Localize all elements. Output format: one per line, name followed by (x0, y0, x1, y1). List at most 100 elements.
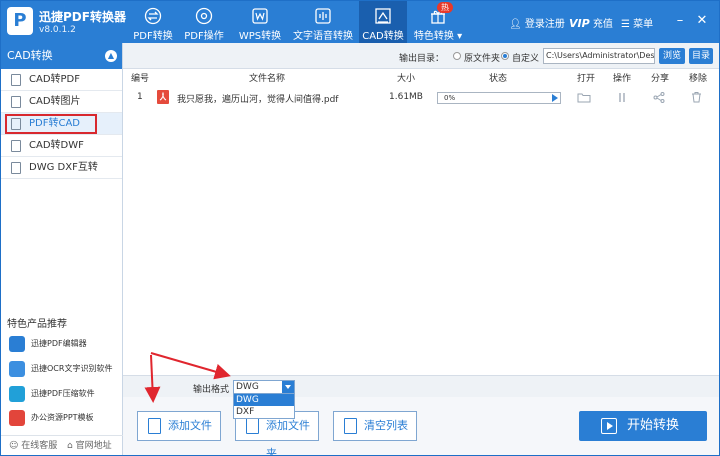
promo-ocr[interactable]: 迅捷OCR文字识别软件 (1, 358, 123, 380)
progress-text: 0% (444, 94, 456, 102)
clear-list-button[interactable]: 清空列表 (333, 411, 417, 441)
sidebar-item-cad-to-pdf[interactable]: CAD转PDF (1, 69, 122, 91)
promo-pdf-compress[interactable]: 迅捷PDF压缩软件 (1, 383, 123, 405)
row-index: 1 (137, 92, 143, 102)
tab-pdf-operation[interactable]: PDF操作 (181, 1, 227, 43)
format-selected-value: DWG (236, 382, 259, 392)
file-icon (11, 140, 21, 152)
sidebar-item-cad-to-dwf[interactable]: CAD转DWF (1, 135, 122, 157)
chevron-down-icon: ▾ (453, 31, 463, 42)
table-row[interactable]: 1 我只愿我，遍历山河，觉得人间值得.pdf 1.61MB 0% (123, 89, 719, 107)
file-size: 1.61MB (389, 92, 423, 102)
add-folder-icon (246, 418, 259, 434)
file-name: 我只愿我，遍历山河，觉得人间值得.pdf (177, 95, 339, 105)
col-status: 状态 (489, 74, 508, 84)
play-icon[interactable] (552, 94, 558, 102)
tab-label: PDF操作 (184, 31, 224, 42)
browse-button[interactable]: 浏览 (659, 48, 685, 64)
promo-label: 办公资源PPT模板 (31, 413, 94, 422)
ocr-icon (9, 361, 25, 377)
tab-wps-convert[interactable]: WPS转换 (235, 1, 285, 43)
home-icon: ⌂ (67, 441, 76, 451)
vip-recharge-link[interactable]: VIP 充值 (569, 15, 613, 30)
w-doc-icon (252, 8, 268, 24)
title-bar: P 迅捷PDF转换器 v8.0.1.2 PDF转换 PDF操作 WPS转换 文字… (1, 1, 719, 43)
ppt-icon (9, 410, 25, 426)
add-file-button[interactable]: 添加文件 (137, 411, 221, 441)
add-file-icon (148, 418, 161, 434)
sidebar: CAD转换 ▲ CAD转PDF CAD转图片 PDF转CAD CAD转DWF D… (1, 43, 123, 455)
col-index: 编号 (131, 74, 150, 84)
radio-original-folder[interactable] (453, 52, 461, 60)
menu-icon: ☰ (621, 19, 634, 30)
sidebar-item-pdf-to-cad[interactable]: PDF转CAD (1, 113, 122, 135)
user-icon: 👤︎ (509, 19, 525, 30)
format-select[interactable]: DWG (233, 380, 295, 394)
menu-label: 菜单 (633, 19, 654, 30)
promo-ppt-template[interactable]: 办公资源PPT模板 (1, 407, 123, 429)
start-convert-button[interactable]: 开始转换 (579, 411, 707, 441)
website-link[interactable]: ⌂ 官网地址 (67, 436, 112, 455)
website-label: 官网地址 (75, 441, 112, 451)
collapse-icon[interactable]: ▲ (105, 50, 117, 62)
sidebar-item-dwg-dxf[interactable]: DWG DXF互转 (1, 157, 122, 179)
format-option-dxf[interactable]: DXF (234, 406, 294, 418)
promo-pdf-editor[interactable]: 迅捷PDF编辑器 (1, 333, 123, 355)
tab-cad-convert[interactable]: CAD转换 (359, 1, 407, 43)
action-bar: 添加文件 添加文件夹 清空列表 开始转换 (123, 397, 719, 455)
col-open: 打开 (577, 74, 596, 84)
app-name: 迅捷PDF转换器 (39, 10, 126, 24)
chat-icon: ☺ (9, 441, 22, 451)
compress-icon (9, 386, 25, 402)
start-convert-label: 开始转换 (627, 418, 680, 433)
option-custom-label: 自定义 (512, 54, 540, 64)
vip-label: VIP (569, 17, 590, 30)
tab-label: WPS转换 (238, 31, 282, 42)
main-panel: 输出目录： 原文件夹 自定义 C:\Users\Administrator\De… (123, 43, 719, 455)
share-icon[interactable] (653, 92, 665, 103)
col-share: 分享 (651, 74, 670, 84)
sidebar-item-label: CAD转DWF (29, 140, 84, 151)
tab-special-convert[interactable]: 热 特色转换 ▾ (413, 1, 463, 43)
tab-text-voice[interactable]: 文字语音转换 (291, 1, 355, 43)
radio-custom-folder[interactable] (501, 52, 509, 60)
menu-button[interactable]: ☰ 菜单 (621, 15, 653, 30)
chevron-down-icon[interactable] (282, 381, 294, 393)
format-option-dwg[interactable]: DWG (234, 394, 294, 406)
promo-label: 迅捷OCR文字识别软件 (31, 364, 113, 373)
add-folder-label: 添加文件夹 (266, 419, 310, 456)
output-path-field[interactable]: C:\Users\Administrator\Deskto (543, 48, 655, 64)
cad-icon (375, 8, 391, 24)
close-button[interactable]: ✕ (695, 13, 709, 29)
clear-list-label: 清空列表 (364, 419, 408, 432)
col-action: 操作 (613, 74, 632, 84)
file-icon (11, 74, 21, 86)
option-original-label: 原文件夹 (464, 54, 501, 64)
minimize-button[interactable]: – (673, 13, 687, 29)
featured-title: 特色产品推荐 (7, 319, 67, 330)
login-link[interactable]: 👤︎ 登录注册 (509, 15, 565, 30)
table-header: 编号 文件名称 大小 状态 打开 操作 分享 移除 (123, 71, 719, 85)
format-bar: 输出格式 DWG (123, 375, 719, 397)
sidebar-header[interactable]: CAD转换 ▲ (1, 43, 122, 69)
online-service-link[interactable]: ☺ 在线客服 (9, 436, 57, 455)
progress-bar: 0% (437, 92, 561, 104)
tab-pdf-convert[interactable]: PDF转换 (131, 1, 175, 43)
sidebar-item-cad-to-image[interactable]: CAD转图片 (1, 91, 122, 113)
recharge-label: 充值 (592, 19, 613, 30)
app-version: v8.0.1.2 (39, 25, 76, 35)
clipboard-icon (344, 418, 357, 434)
play-icon (601, 418, 617, 434)
app-window: P 迅捷PDF转换器 v8.0.1.2 PDF转换 PDF操作 WPS转换 文字… (0, 0, 720, 456)
col-remove: 移除 (689, 74, 708, 84)
file-icon (11, 96, 21, 108)
trash-icon[interactable] (691, 91, 702, 103)
tab-label: 特色转换 (413, 31, 454, 42)
login-label: 登录注册 (524, 19, 565, 30)
audio-icon (315, 8, 331, 24)
folder-icon[interactable] (577, 92, 591, 103)
sidebar-item-label: CAD转图片 (29, 96, 81, 107)
pause-icon[interactable] (617, 92, 627, 103)
open-directory-button[interactable]: 目录 (689, 48, 713, 64)
format-dropdown: DWG DXF (233, 393, 295, 419)
